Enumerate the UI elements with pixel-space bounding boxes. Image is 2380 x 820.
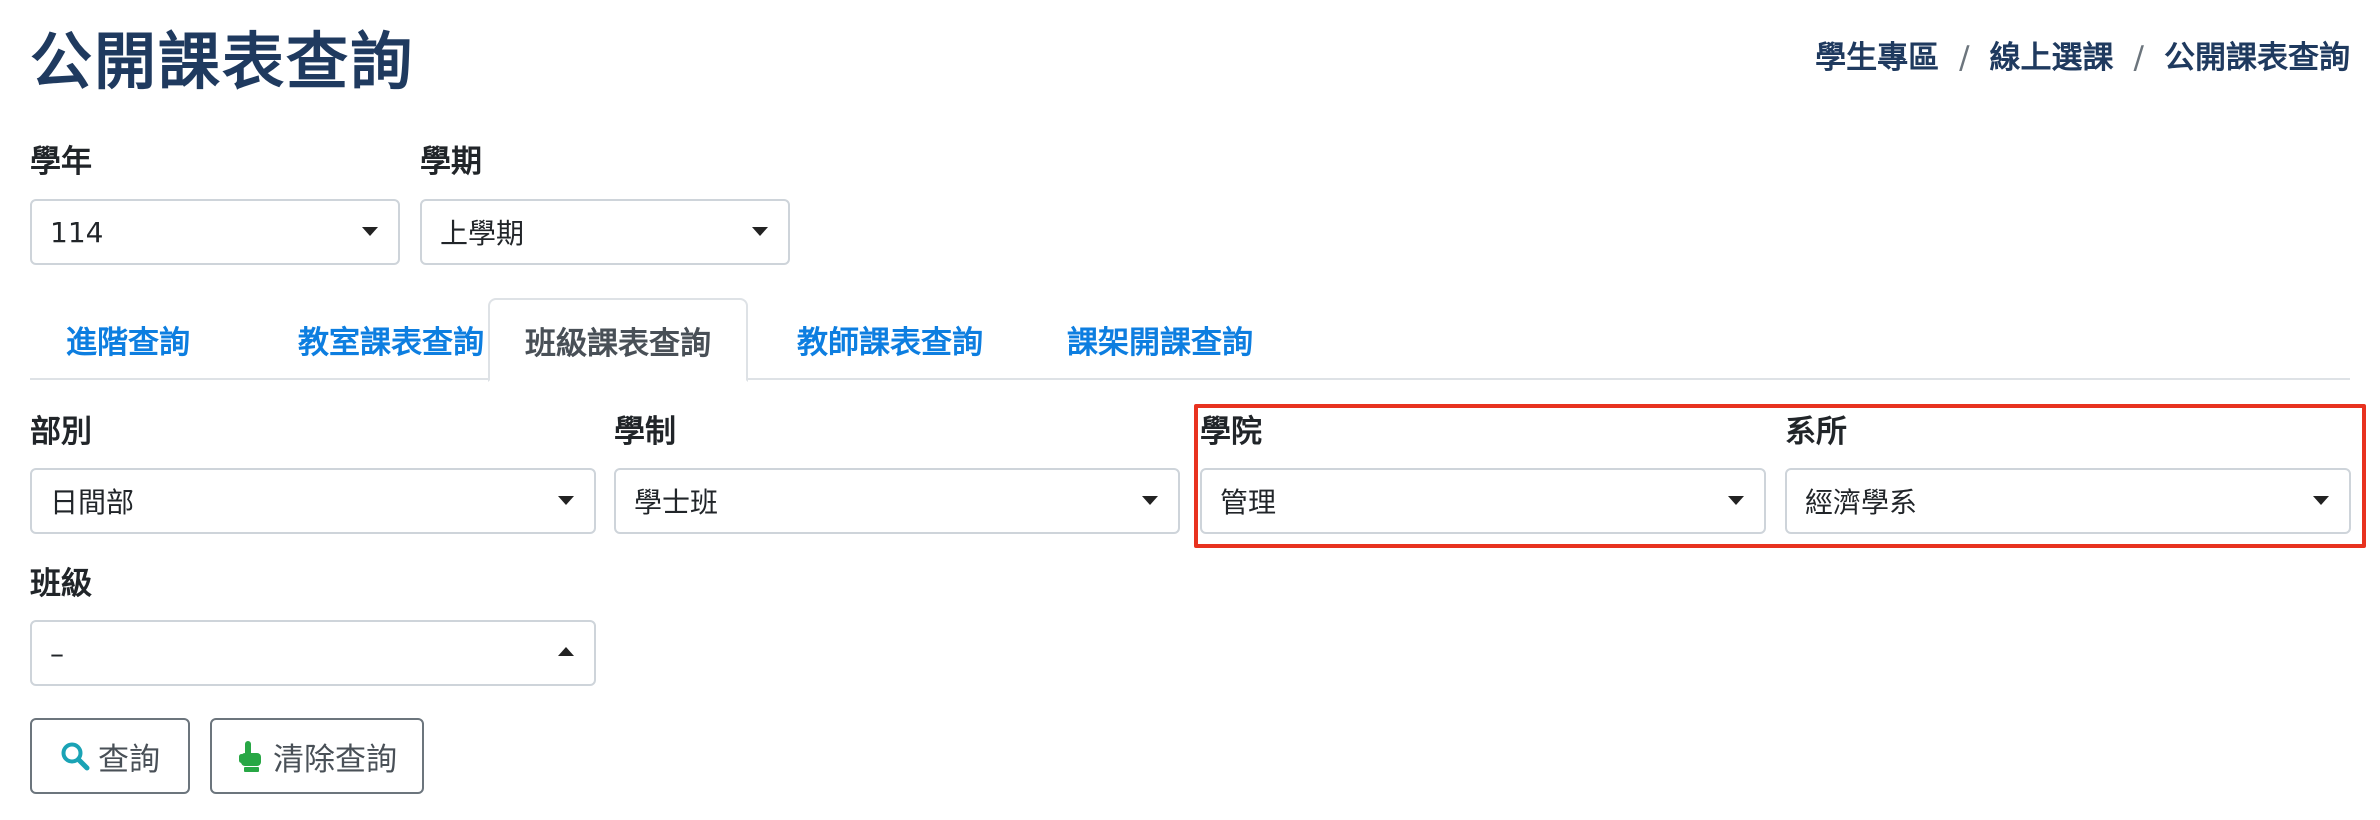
breadcrumb-item-current: 公開課表查詢 [2164,40,2350,76]
query-tabs: 進階查詢 教室課表查詢 班級課表查詢 教師課表查詢 課架開課查詢 [30,298,2350,382]
division-label: 部別 [30,414,92,450]
term-select[interactable]: 上學期 [420,199,790,265]
dropdown-caret-icon [1142,496,1158,505]
year-select[interactable]: 114 [30,199,400,265]
class-label: 班級 [30,566,92,602]
year-select-value: 114 [50,215,104,249]
division-select-value: 日間部 [50,486,135,519]
class-select-value: – [50,636,64,670]
class-select[interactable]: – [30,620,596,686]
tab-teacher-schedule[interactable]: 教師課表查詢 [760,298,1020,380]
breadcrumb-separator: / [1959,40,1970,76]
system-label: 學制 [614,414,676,450]
search-button-label: 查詢 [98,741,160,778]
breadcrumb-separator: / [2133,40,2144,76]
breadcrumb-item-student-area[interactable]: 學生專區 [1815,36,1939,80]
tab-class-schedule[interactable]: 班級課表查詢 [488,298,748,382]
page-title: 公開課表查詢 [30,25,415,98]
dropdown-caret-icon [752,227,768,236]
dropdown-caret-up-icon [558,647,574,656]
search-icon [60,741,90,771]
term-select-value: 上學期 [440,217,525,250]
system-select-value: 學士班 [634,486,719,519]
dropdown-caret-icon [362,227,378,236]
page: 公開課表查詢 學生專區 / 線上選課 / 公開課表查詢 學年 114 學期 上學… [0,0,2380,820]
pointing-hand-icon [237,739,265,773]
highlight-box [1194,404,2366,548]
clear-query-button-label: 清除查詢 [273,741,397,778]
dropdown-caret-icon [558,496,574,505]
breadcrumb: 學生專區 / 線上選課 / 公開課表查詢 [1815,36,2350,80]
breadcrumb-item-online-course-selection[interactable]: 線上選課 [1990,36,2114,80]
clear-query-button[interactable]: 清除查詢 [210,718,424,794]
tab-curriculum-course-query[interactable]: 課架開課查詢 [1020,298,1300,380]
tab-advanced-query[interactable]: 進階查詢 [30,298,226,380]
year-label: 學年 [30,144,92,180]
division-select[interactable]: 日間部 [30,468,596,534]
system-select[interactable]: 學士班 [614,468,1180,534]
search-button[interactable]: 查詢 [30,718,190,794]
term-label: 學期 [420,144,482,180]
